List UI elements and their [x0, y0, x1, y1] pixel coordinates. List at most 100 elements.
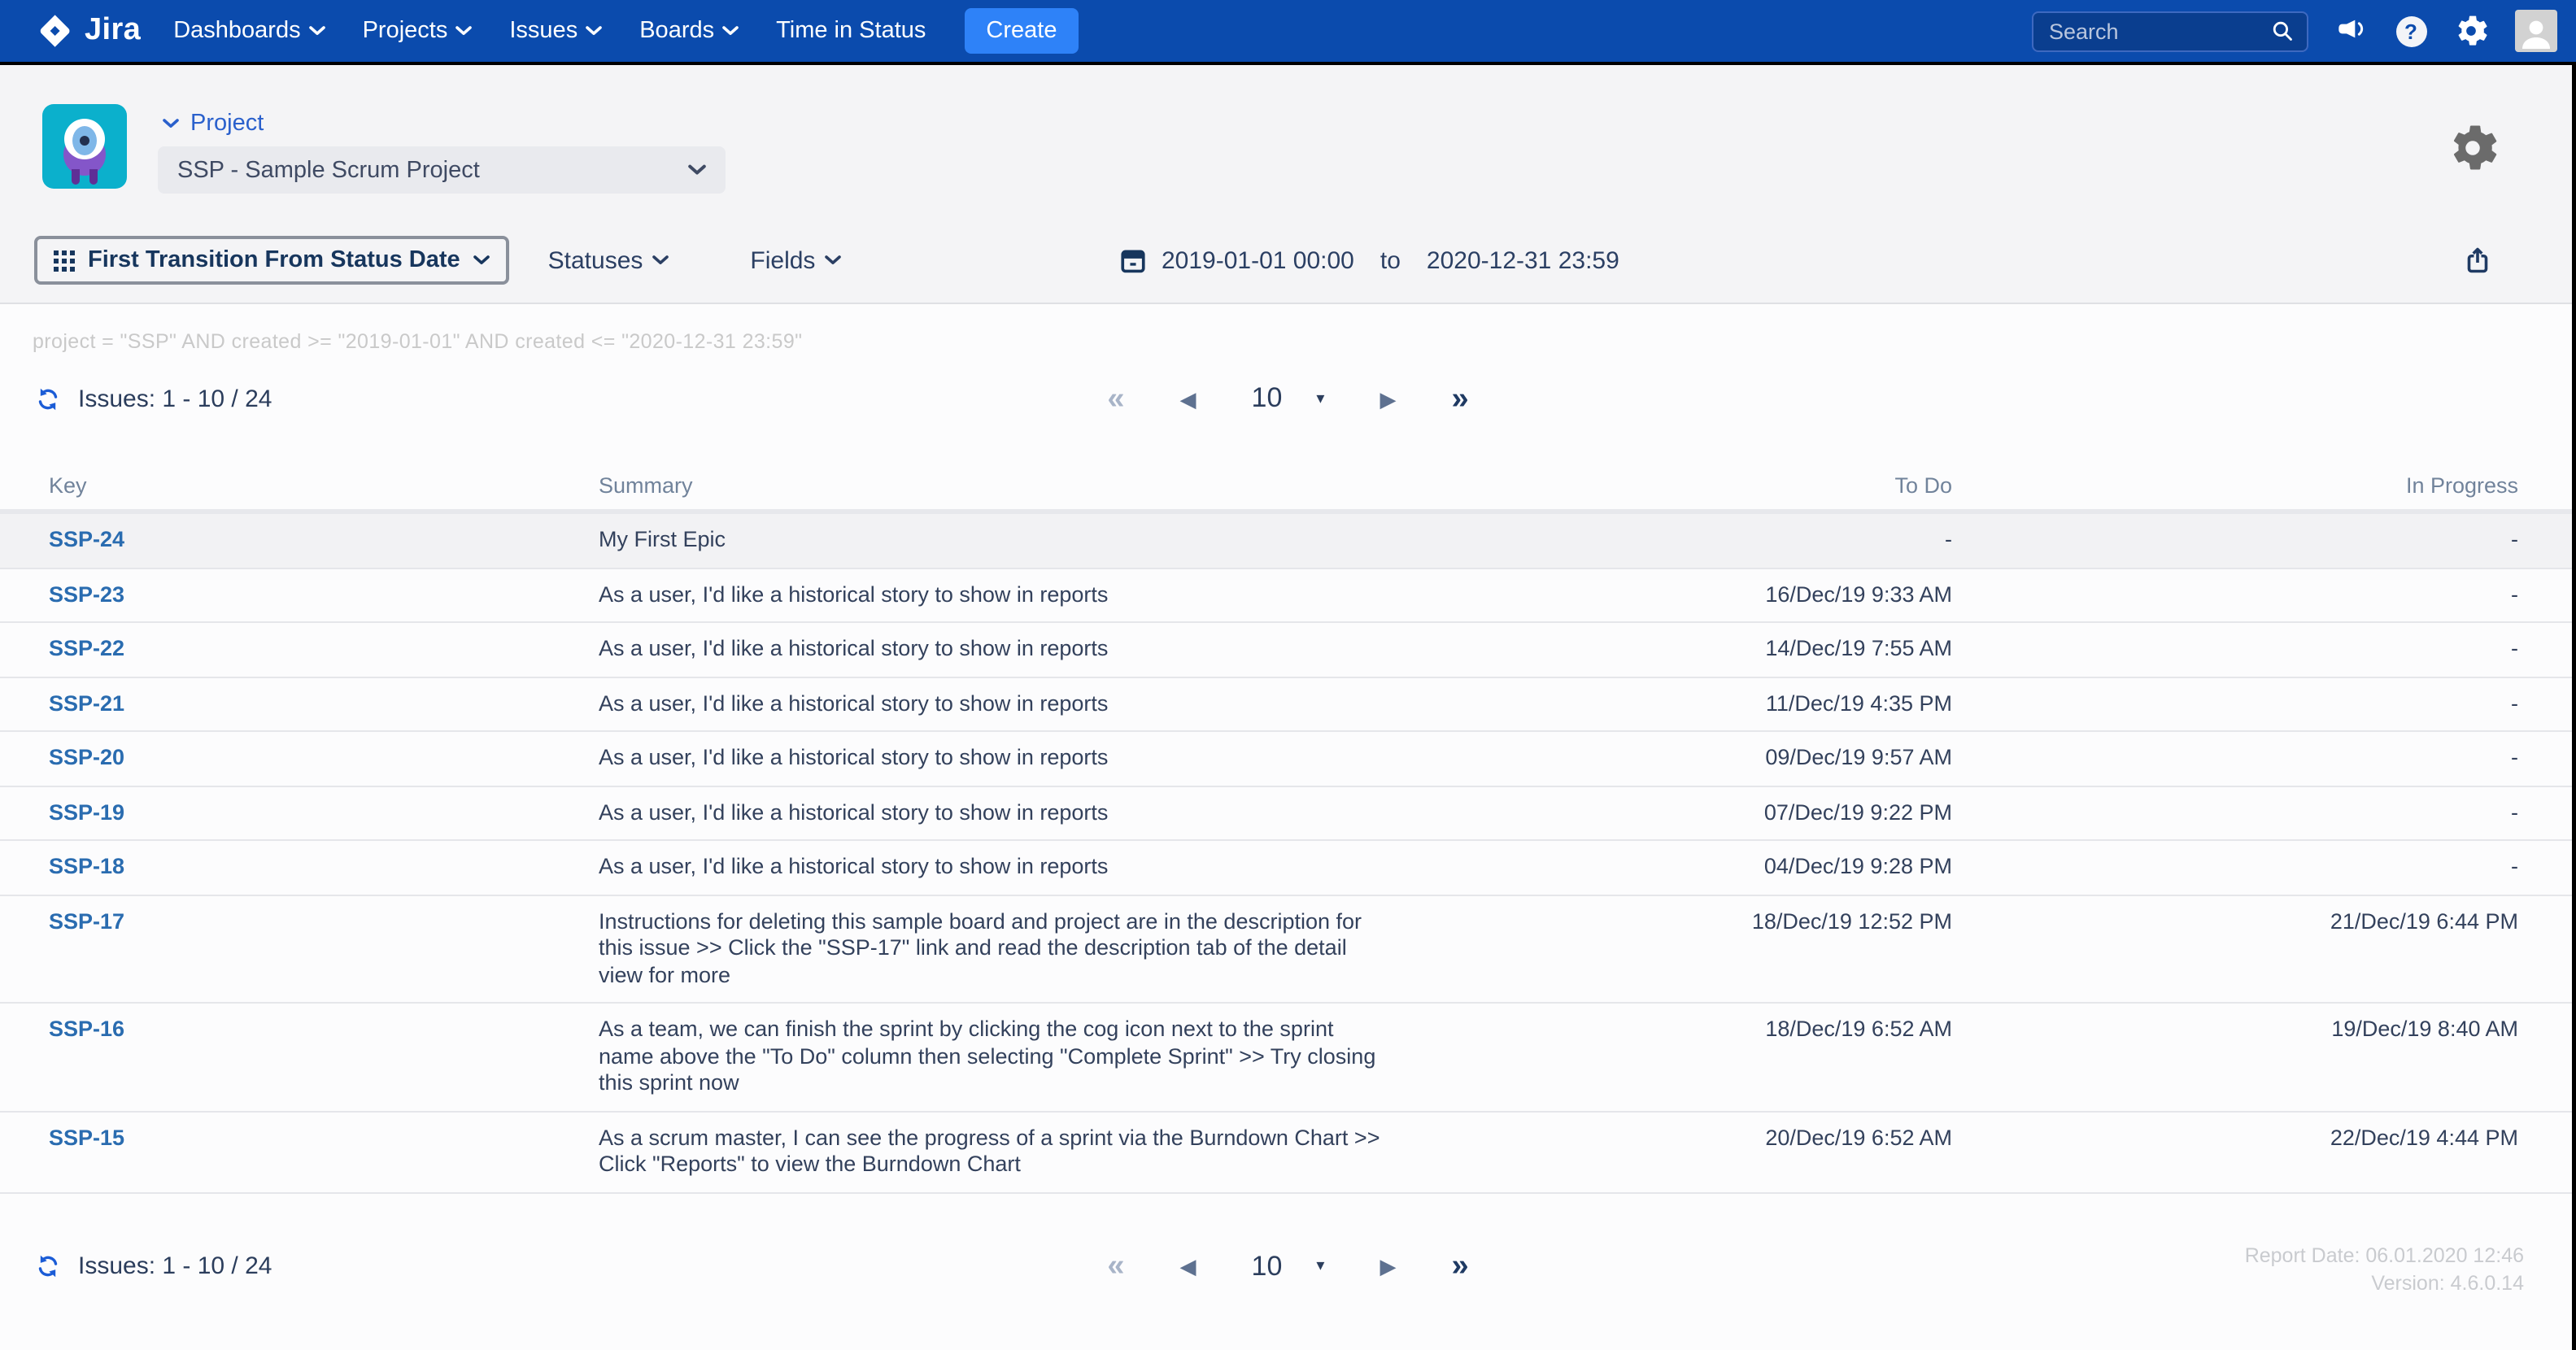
- project-select[interactable]: SSP - Sample Scrum Project: [158, 146, 726, 194]
- table-row: SSP-19 As a user, I'd like a historical …: [0, 786, 2576, 841]
- issue-todo-date: 18/Dec/19 12:52 PM: [1399, 908, 1952, 935]
- nav-item-label: Issues: [509, 18, 578, 44]
- nav-item-time-in-status[interactable]: Time in Status: [776, 18, 926, 44]
- nav-item-dashboards[interactable]: Dashboards: [173, 18, 325, 44]
- report-settings-gear-icon[interactable]: [2447, 124, 2496, 172]
- nav-item-projects[interactable]: Projects: [363, 18, 473, 44]
- issue-key-link[interactable]: SSP-18: [49, 854, 599, 881]
- issue-inprogress-date: -: [1952, 527, 2518, 554]
- last-page-icon[interactable]: [1451, 1251, 1468, 1282]
- issue-todo-date: 09/Dec/19 9:57 AM: [1399, 745, 1952, 772]
- page-size-dropdown[interactable]: 10: [1252, 382, 1325, 415]
- search-input[interactable]: [2046, 17, 2270, 45]
- issue-key-link[interactable]: SSP-16: [49, 1017, 599, 1043]
- announcements-icon[interactable]: [2335, 15, 2368, 47]
- settings-gear-icon[interactable]: [2454, 15, 2487, 47]
- window-edge: [2571, 65, 2576, 1350]
- create-button[interactable]: Create: [965, 8, 1078, 54]
- nav-item-issues[interactable]: Issues: [509, 18, 602, 44]
- next-page-icon[interactable]: [1380, 1256, 1396, 1277]
- issue-inprogress-date: 22/Dec/19 4:44 PM: [1952, 1125, 2518, 1152]
- chevron-down-icon: [825, 255, 841, 265]
- issue-todo-date: 18/Dec/19 6:52 AM: [1399, 1017, 1952, 1043]
- date-from: 2019-01-01 00:00: [1162, 246, 1354, 274]
- previous-page-icon[interactable]: [1180, 1256, 1196, 1277]
- chevron-down-icon: [455, 26, 472, 36]
- issue-key-link[interactable]: SSP-15: [49, 1125, 599, 1152]
- issue-key-link[interactable]: SSP-23: [49, 581, 599, 608]
- issue-todo-date: 14/Dec/19 7:55 AM: [1399, 636, 1952, 663]
- chevron-down-icon: [473, 255, 490, 265]
- nav-right-cluster: ?: [2031, 10, 2556, 52]
- table-row: SSP-15 As a scrum master, I can see the …: [0, 1112, 2576, 1193]
- page-size-dropdown[interactable]: 10: [1252, 1250, 1325, 1282]
- page-size-value: 10: [1252, 1250, 1283, 1282]
- issue-summary: My First Epic: [599, 527, 1389, 554]
- issue-key-link[interactable]: SSP-22: [49, 636, 599, 663]
- issue-summary: As a user, I'd like a historical story t…: [599, 581, 1389, 608]
- issue-key-link[interactable]: SSP-21: [49, 690, 599, 717]
- issue-todo-date: 07/Dec/19 9:22 PM: [1399, 799, 1952, 826]
- chevron-down-icon: [652, 255, 669, 265]
- jira-logo-icon: [36, 11, 75, 50]
- issue-todo-date: 20/Dec/19 6:52 AM: [1399, 1125, 1952, 1152]
- issue-todo-date: -: [1399, 527, 1952, 554]
- fields-label: Fields: [750, 246, 815, 274]
- issue-inprogress-date: 19/Dec/19 8:40 AM: [1952, 1017, 2518, 1043]
- issue-summary: As a user, I'd like a historical story t…: [599, 636, 1389, 663]
- pagination: 10: [0, 369, 2576, 428]
- export-icon[interactable]: [2462, 244, 2491, 277]
- first-page-icon[interactable]: [1107, 383, 1124, 414]
- chevron-down-icon: [586, 26, 602, 36]
- issue-todo-date: 11/Dec/19 4:35 PM: [1399, 690, 1952, 717]
- issue-key-link[interactable]: SSP-20: [49, 745, 599, 772]
- report-type-label: First Transition From Status Date: [88, 247, 460, 273]
- date-range-picker[interactable]: 2019-01-01 00:00 to 2020-12-31 23:59: [1119, 234, 1619, 286]
- last-page-icon[interactable]: [1451, 383, 1468, 414]
- table-row: SSP-23 As a user, I'd like a historical …: [0, 568, 2576, 623]
- user-avatar[interactable]: [2514, 10, 2556, 52]
- table-header-row: Key Summary To Do In Progress: [0, 460, 2576, 514]
- bottom-controls-row: Issues: 1 - 10 / 24 10 Report Date: 06.0…: [0, 1237, 2576, 1296]
- report-header-band: Project SSP - Sample Scrum Project First…: [0, 65, 2576, 304]
- first-page-icon[interactable]: [1107, 1251, 1124, 1282]
- jira-home-link[interactable]: Jira: [36, 11, 141, 50]
- issue-inprogress-date: -: [1952, 745, 2518, 772]
- issue-key-link[interactable]: SSP-24: [49, 527, 599, 554]
- report-meta: Report Date: 06.01.2020 12:46 Version: 4…: [2245, 1242, 2524, 1297]
- project-select-value: SSP - Sample Scrum Project: [177, 157, 480, 183]
- next-page-icon[interactable]: [1380, 388, 1396, 409]
- help-icon[interactable]: ?: [2395, 15, 2426, 46]
- issue-todo-date: 16/Dec/19 9:33 AM: [1399, 581, 1952, 608]
- table-row: SSP-24 My First Epic - -: [0, 514, 2576, 568]
- brand-name: Jira: [85, 13, 141, 49]
- issue-key-link[interactable]: SSP-19: [49, 799, 599, 826]
- nav-item-boards[interactable]: Boards: [639, 18, 739, 44]
- search-box[interactable]: [2031, 11, 2308, 51]
- issue-summary: As a user, I'd like a historical story t…: [599, 799, 1389, 826]
- calendar-icon: [1119, 246, 1147, 275]
- issue-inprogress-date: -: [1952, 854, 2518, 881]
- issue-summary: As a scrum master, I can see the progres…: [599, 1125, 1389, 1178]
- statuses-dropdown[interactable]: Statuses: [548, 246, 669, 274]
- table-row: SSP-18 As a user, I'd like a historical …: [0, 841, 2576, 895]
- report-type-dropdown[interactable]: First Transition From Status Date: [34, 236, 509, 285]
- issue-inprogress-date: -: [1952, 799, 2518, 826]
- version-text: Version: 4.6.0.14: [2245, 1269, 2524, 1297]
- nav-item-label: Dashboards: [173, 18, 300, 44]
- top-nav-bar: Jira Dashboards Projects Issues Boards Time …: [0, 0, 2576, 65]
- page-size-value: 10: [1252, 382, 1283, 415]
- chevron-down-icon: [722, 26, 739, 36]
- project-section-toggle[interactable]: Project: [163, 111, 264, 137]
- nav-items: Dashboards Projects Issues Boards Time in St…: [173, 18, 926, 44]
- issue-todo-date: 04/Dec/19 9:28 PM: [1399, 854, 1952, 881]
- issue-key-link[interactable]: SSP-17: [49, 908, 599, 935]
- issue-inprogress-date: -: [1952, 636, 2518, 663]
- previous-page-icon[interactable]: [1180, 388, 1196, 409]
- table-row: SSP-22 As a user, I'd like a historical …: [0, 623, 2576, 677]
- fields-dropdown[interactable]: Fields: [750, 246, 841, 274]
- chevron-down-icon: [688, 164, 706, 176]
- top-controls-row: Issues: 1 - 10 / 24 10: [0, 369, 2576, 428]
- search-icon: [2270, 20, 2293, 42]
- caret-down-icon: [1316, 390, 1324, 407]
